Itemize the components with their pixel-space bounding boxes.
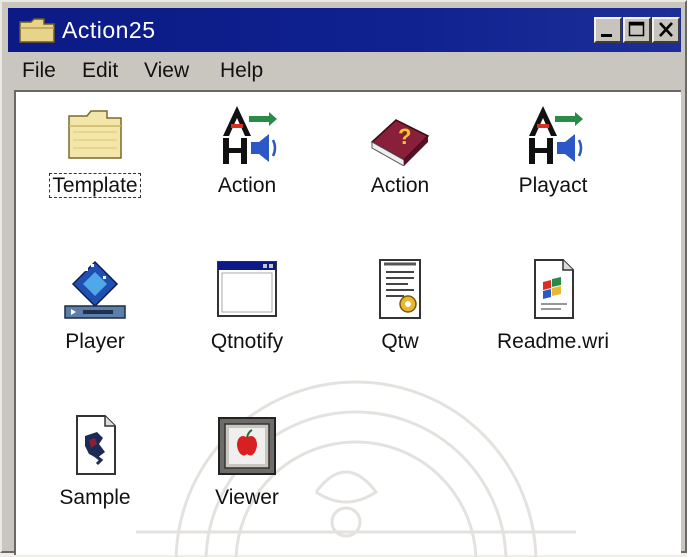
folder-content-area[interactable]: Template Action ? Action Playact Player … (14, 90, 681, 557)
explorer-window: Action25 File Edit View Help Template Ac… (0, 0, 687, 557)
item-label: Qtnotify (210, 330, 284, 353)
svg-text:?: ? (398, 124, 411, 149)
close-icon (659, 22, 673, 37)
icon-playact[interactable]: Playact (478, 102, 628, 242)
item-label: Action (370, 174, 430, 197)
menu-help[interactable]: Help (220, 59, 263, 83)
icon-template[interactable]: Template (20, 102, 170, 242)
folder-icon (68, 110, 122, 159)
action-shortcut-icon (223, 106, 277, 164)
window-app-icon (217, 261, 277, 317)
icon-sample[interactable]: Sample (20, 414, 170, 554)
apple-viewer-icon (218, 417, 276, 475)
item-label: Player (65, 330, 125, 353)
menu-file[interactable]: File (22, 59, 56, 83)
menu-bar: File Edit View Help (8, 54, 681, 88)
action-shortcut-icon (529, 106, 583, 164)
folder-icon (19, 18, 55, 43)
menu-edit[interactable]: Edit (82, 59, 118, 83)
sample-document-icon (76, 415, 116, 475)
icon-qtw[interactable]: Qtw (325, 258, 475, 398)
icon-readme[interactable]: Readme.wri (478, 258, 628, 398)
item-label: Readme.wri (496, 330, 610, 353)
minimize-icon (601, 34, 612, 37)
item-label: Qtw (381, 330, 419, 353)
help-book-icon: ? (370, 119, 430, 166)
media-player-icon (64, 260, 126, 319)
icon-action[interactable]: Action (172, 102, 322, 242)
close-button[interactable] (652, 17, 680, 43)
title-bar[interactable]: Action25 (8, 8, 681, 52)
window-title: Action25 (62, 17, 156, 43)
icon-qtnotify[interactable]: Qtnotify (172, 258, 322, 398)
item-label: Viewer (215, 486, 279, 509)
icon-action-help[interactable]: ? Action (325, 102, 475, 242)
maximize-button[interactable] (623, 17, 651, 43)
write-document-icon (534, 259, 574, 319)
minimize-button[interactable] (594, 17, 622, 43)
icon-player[interactable]: Player (20, 258, 170, 398)
item-label: Template (49, 173, 141, 198)
document-gear-icon (379, 259, 421, 319)
item-label: Playact (518, 174, 588, 197)
menu-view[interactable]: View (144, 59, 189, 83)
item-label: Action (217, 174, 277, 197)
item-label: Sample (59, 486, 131, 509)
maximize-icon (628, 21, 645, 37)
icon-viewer[interactable]: Viewer (172, 414, 322, 554)
